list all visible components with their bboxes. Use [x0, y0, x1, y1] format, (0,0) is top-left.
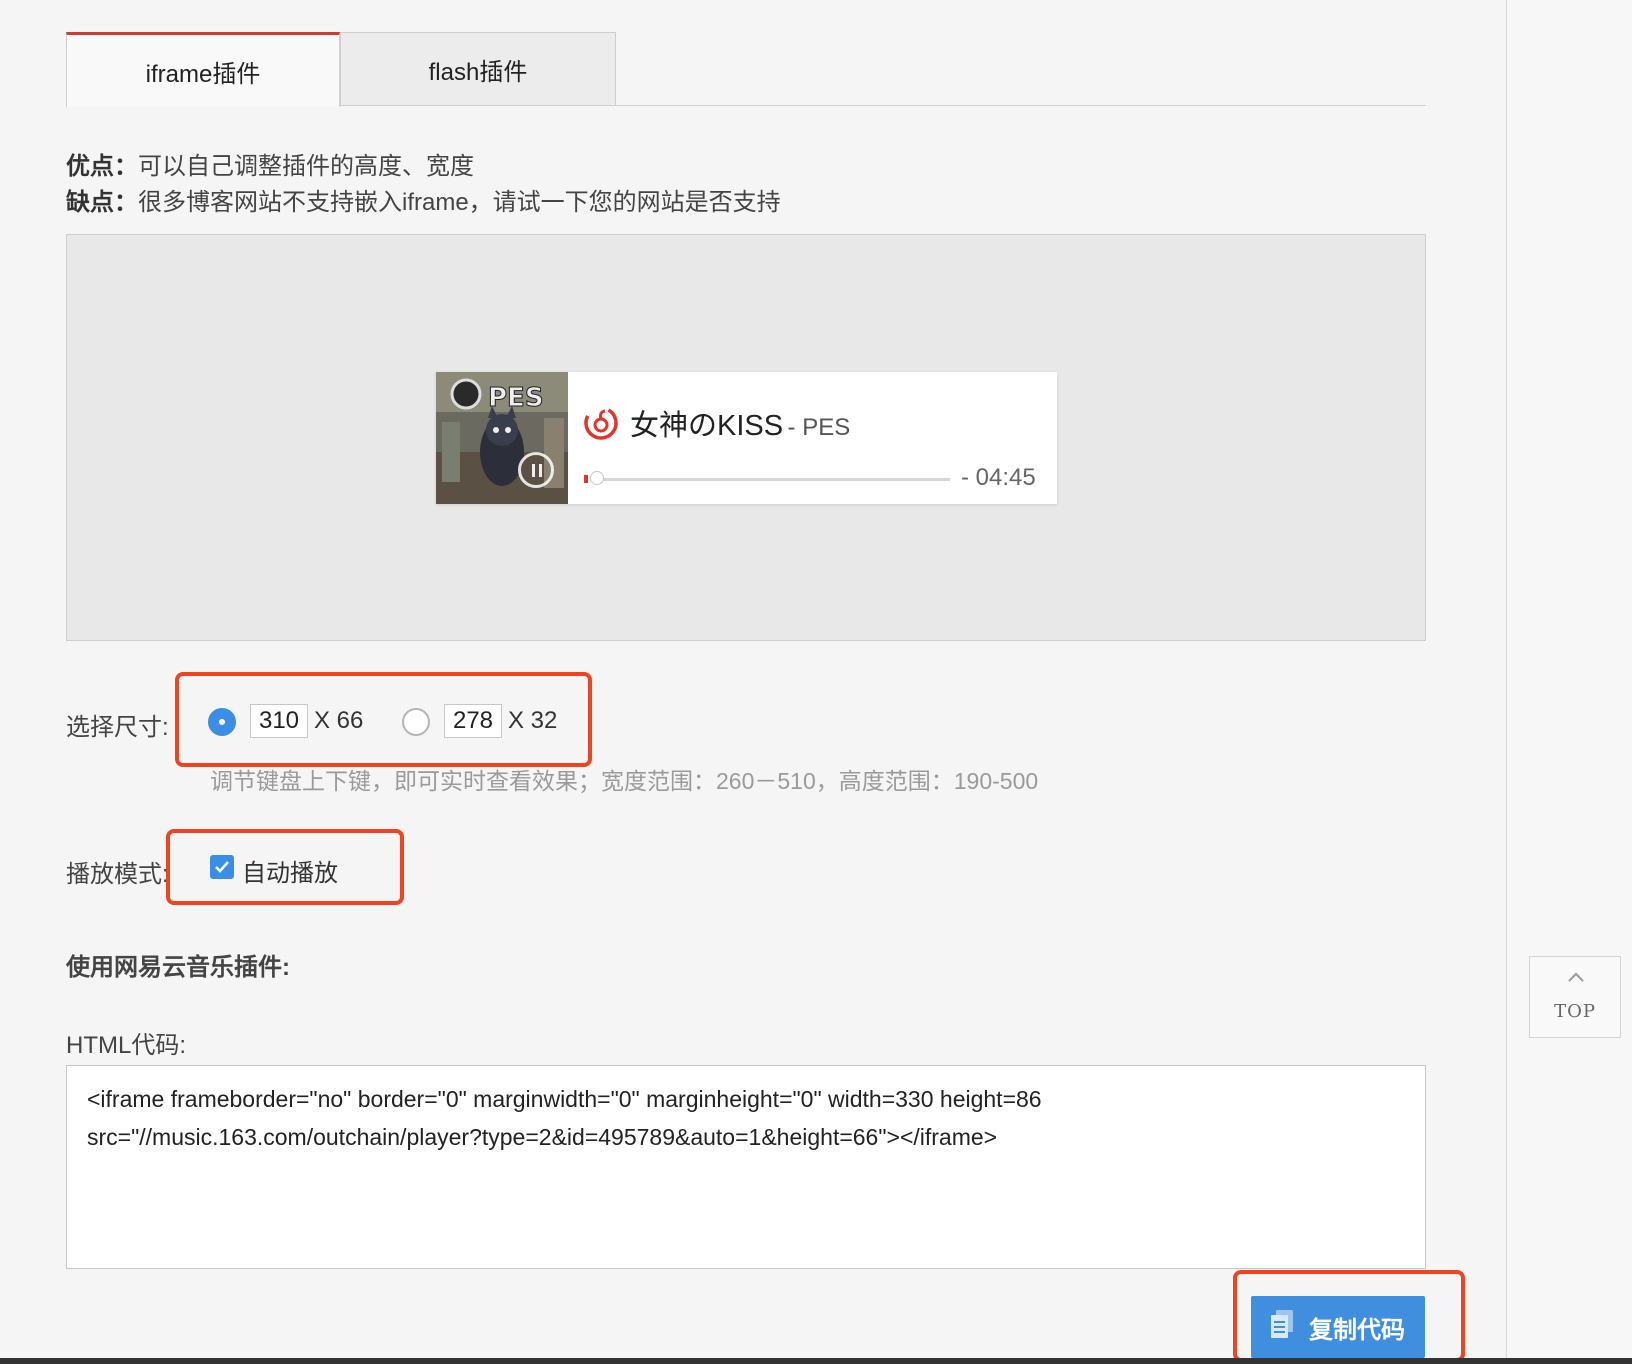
remaining-time: - 04:45: [961, 464, 1036, 491]
html-code-label: HTML代码:: [66, 1032, 186, 1059]
code-line-2: src="//music.163.com/outchain/player?typ…: [87, 1124, 998, 1150]
pros-line: 优点：可以自己调整插件的高度、宽度: [66, 146, 474, 181]
back-to-top-button[interactable]: TOP: [1529, 956, 1621, 1038]
progress-bar[interactable]: [590, 478, 950, 481]
netease-music-logo-icon: [584, 406, 618, 440]
cons-line: 缺点：很多博客网站不支持嵌入iframe，请试一下您的网站是否支持: [66, 182, 781, 217]
usage-title: 使用网易云音乐插件:: [66, 954, 290, 981]
progress-handle[interactable]: [590, 471, 604, 485]
size-highlight-box: [175, 672, 592, 767]
bottom-edge: [0, 1358, 1632, 1364]
pros-text: 可以自己调整插件的高度、宽度: [138, 153, 474, 180]
pause-icon[interactable]: [518, 452, 554, 488]
song-title: 女神のKISS: [630, 410, 784, 442]
chevron-up-icon: [1568, 972, 1584, 982]
top-label: TOP: [1554, 1001, 1596, 1022]
tab-iframe[interactable]: iframe插件: [66, 32, 340, 107]
cons-label: 缺点：: [66, 189, 138, 216]
music-player-widget: PES 女神のKISS - PES - 04:45: [436, 372, 1057, 504]
svg-text:PES: PES: [488, 383, 544, 413]
size-hint: 调节键盘上下键，即可实时查看效果；宽度范围：260－510，高度范围：190-5…: [210, 768, 1039, 794]
mode-highlight-box: [166, 829, 404, 905]
song-artist: - PES: [787, 414, 851, 441]
album-cover: PES: [436, 372, 568, 504]
right-gutter: [1506, 0, 1632, 1364]
copy-highlight-box: [1233, 1270, 1465, 1362]
song-info: 女神のKISS - PES: [630, 402, 850, 444]
mode-label: 播放模式:: [66, 861, 169, 888]
pros-label: 优点：: [66, 153, 138, 180]
cons-text: 很多博客网站不支持嵌入iframe，请试一下您的网站是否支持: [138, 189, 781, 216]
tab-flash[interactable]: flash插件: [340, 32, 616, 105]
progress-fill: [584, 475, 588, 483]
size-label: 选择尺寸:: [66, 714, 169, 741]
code-line-1: <iframe frameborder="no" border="0" marg…: [87, 1086, 1042, 1112]
html-code-textarea[interactable]: <iframe frameborder="no" border="0" marg…: [66, 1065, 1426, 1269]
